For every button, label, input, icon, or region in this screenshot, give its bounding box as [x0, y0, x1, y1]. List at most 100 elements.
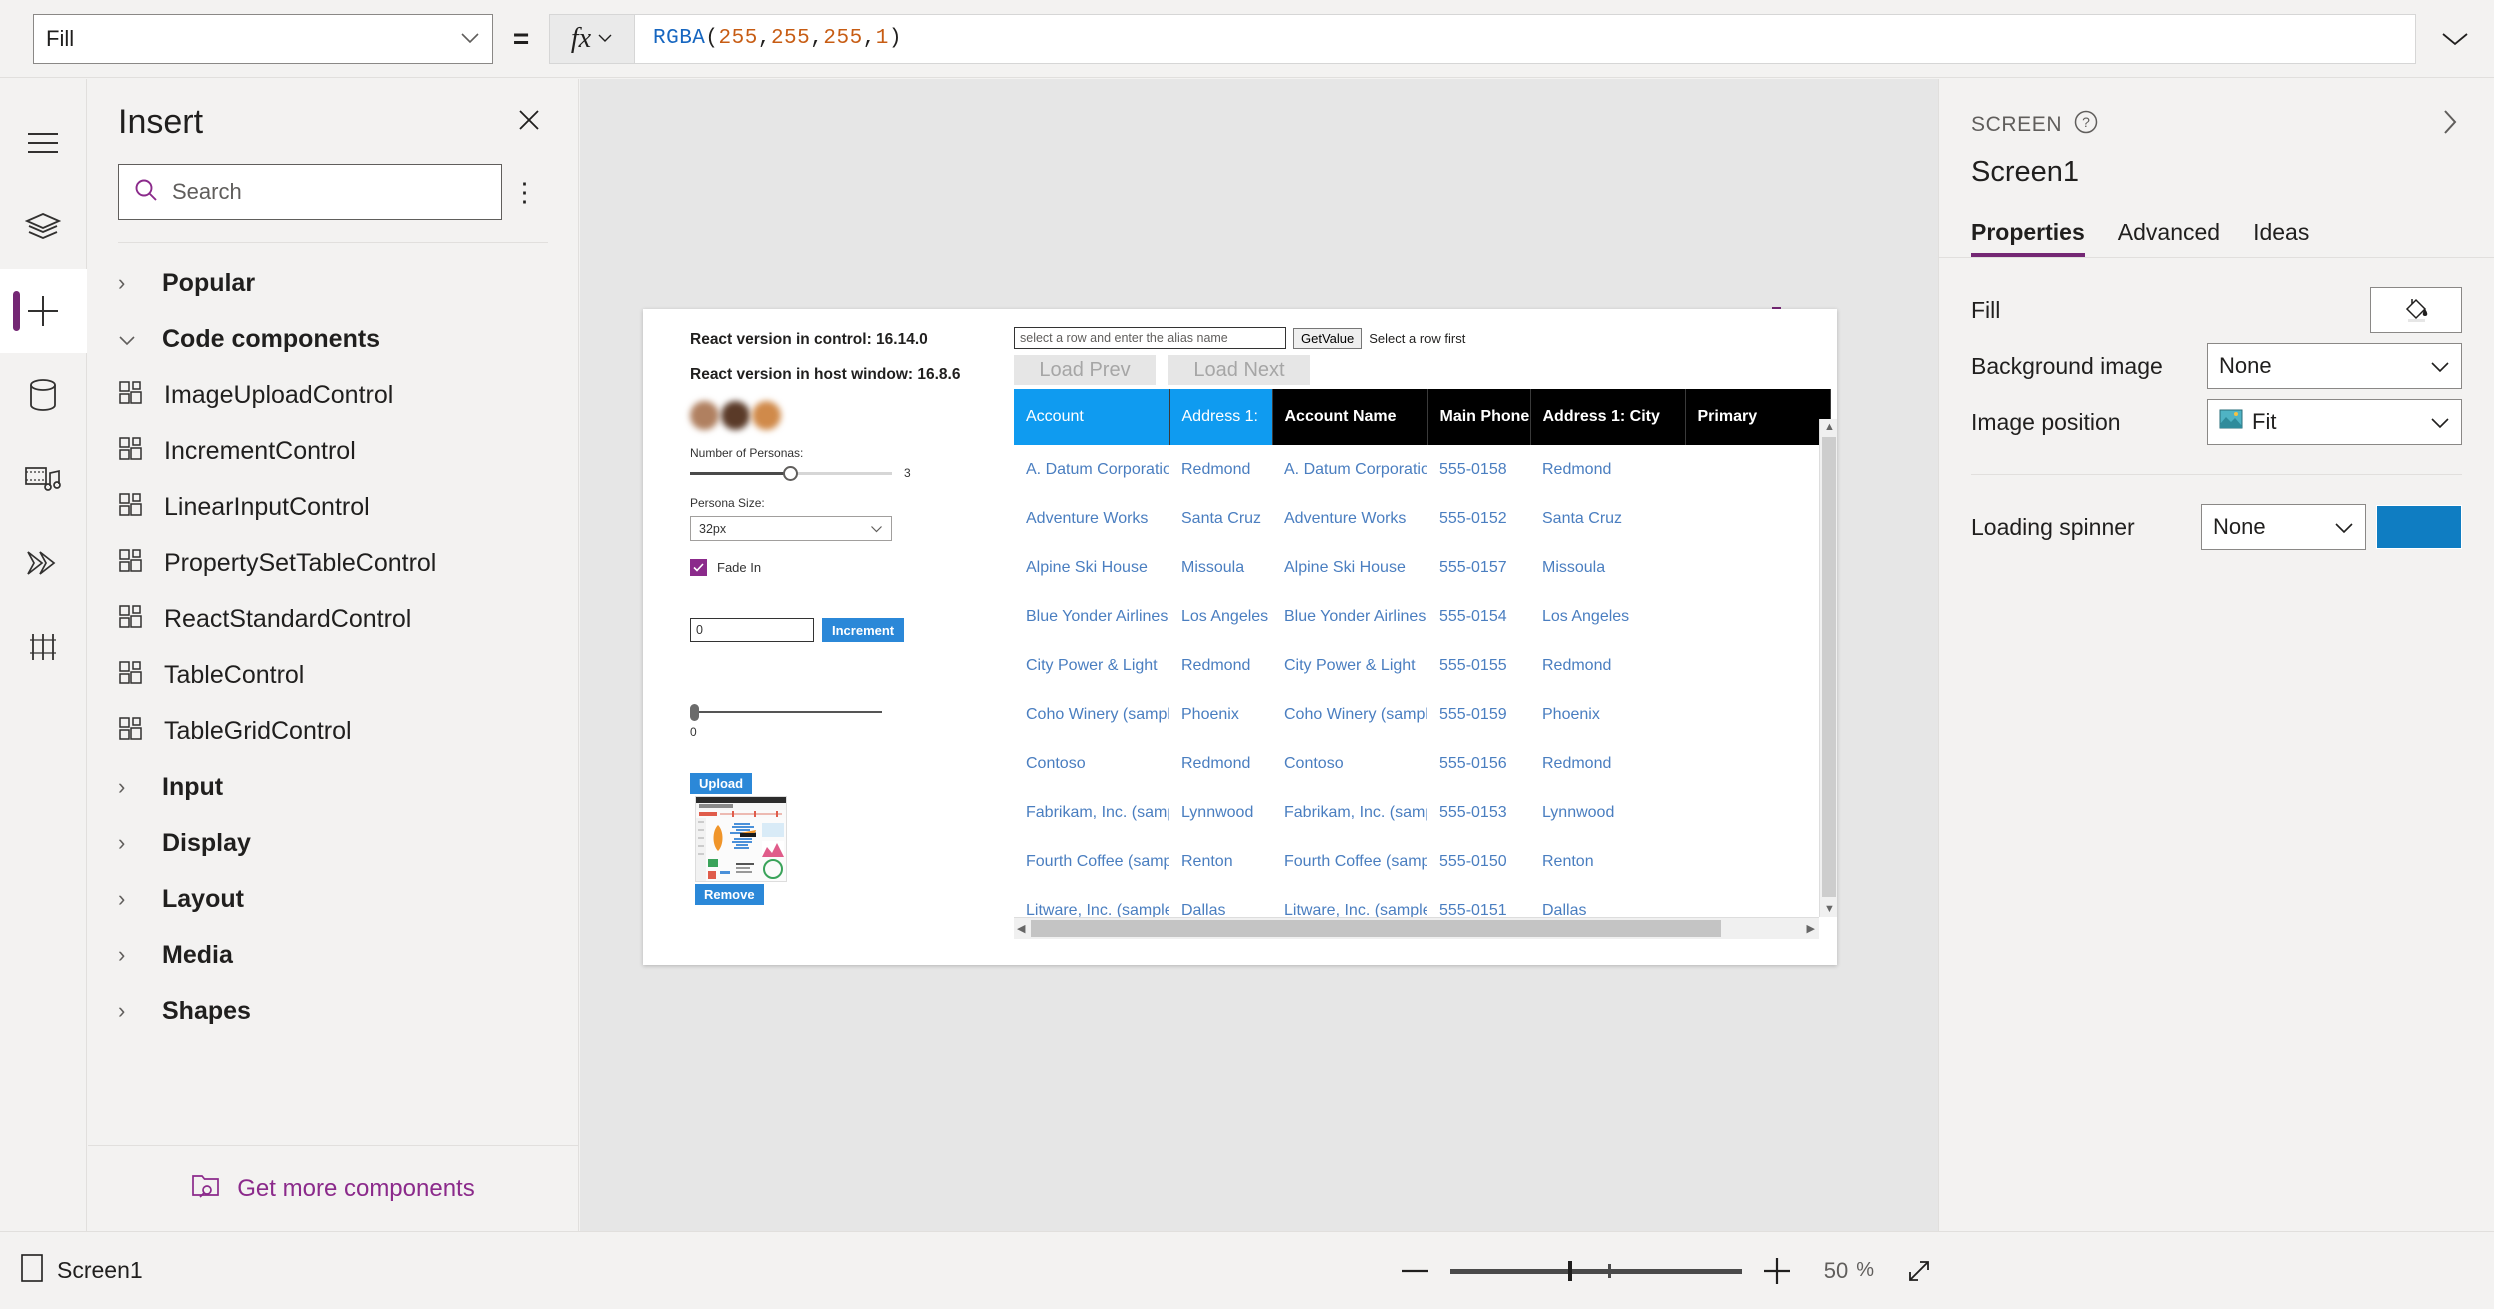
rail-item-insert[interactable]: [0, 269, 87, 353]
slider-thumb[interactable]: [690, 704, 699, 721]
rail-item-data[interactable]: [0, 353, 87, 437]
increment-button[interactable]: Increment: [822, 618, 905, 642]
grid-column-header[interactable]: Account Name: [1272, 389, 1428, 445]
tab-ideas[interactable]: Ideas: [2253, 219, 2309, 257]
zoom-out-button[interactable]: [1388, 1244, 1442, 1298]
rail-item-variables[interactable]: [0, 605, 87, 689]
equals-sign: =: [512, 22, 530, 54]
loading-spinner-dropdown[interactable]: None: [2201, 504, 2366, 550]
category-input[interactable]: › Input: [88, 759, 578, 815]
category-layout[interactable]: › Layout: [88, 871, 578, 927]
table-cell: Redmond: [1181, 460, 1251, 478]
insert-more-options-button[interactable]: ⋮: [502, 177, 548, 208]
scroll-up-icon[interactable]: ▲: [1824, 421, 1835, 433]
upload-button[interactable]: Upload: [690, 773, 753, 794]
search-input[interactable]: Search: [118, 164, 502, 220]
uploaded-image-thumbnail[interactable]: [695, 796, 787, 882]
grid-column-header[interactable]: Address 1:: [1169, 389, 1273, 445]
alias-name-input[interactable]: select a row and enter the alias name: [1014, 327, 1286, 349]
category-shapes[interactable]: › Shapes: [88, 983, 578, 1039]
table-row[interactable]: Adventure Works Santa Cruz Adventure Works…: [1014, 494, 1830, 543]
property-selector-dropdown[interactable]: Fill: [33, 13, 493, 64]
rail-item-hamburger[interactable]: [0, 101, 87, 185]
insert-component-reactstandardcontrol[interactable]: ReactStandardControl: [88, 591, 578, 647]
table-cell: [1685, 739, 1830, 788]
scroll-left-icon[interactable]: ◀: [1017, 922, 1025, 935]
status-screen-selector[interactable]: Screen1: [20, 1253, 580, 1288]
insert-component-incrementcontrol[interactable]: IncrementControl: [88, 423, 578, 479]
load-prev-button[interactable]: Load Prev: [1014, 355, 1156, 385]
insert-component-propertysettablecontrol[interactable]: PropertySetTableControl: [88, 535, 578, 591]
formula-bar-expand-button[interactable]: [2416, 0, 2494, 78]
search-icon: [133, 177, 159, 208]
table-cell: Redmond: [1181, 754, 1251, 772]
table-row[interactable]: Coho Winery (sample) Phoenix Coho Winery (…: [1014, 690, 1830, 739]
remove-button[interactable]: Remove: [695, 884, 764, 905]
zoom-slider[interactable]: [1449, 1260, 1742, 1281]
table-row[interactable]: Contoso Redmond Contoso 555-0156 Redmond: [1014, 739, 1830, 788]
fill-color-button[interactable]: [2370, 287, 2462, 333]
get-value-button[interactable]: GetValue: [1293, 327, 1363, 349]
help-icon[interactable]: ?: [2073, 109, 2099, 140]
component-icon: [118, 492, 144, 523]
app-screen-preview[interactable]: React version in control: 16.14.0 React …: [643, 309, 1837, 965]
grid-column-header[interactable]: Main Phone: [1427, 389, 1531, 445]
scrollbar-thumb[interactable]: [1822, 437, 1836, 897]
table-row[interactable]: A. Datum Corporation Redmond A. Datum Corp…: [1014, 445, 1830, 494]
table-cell: Fabrikam, Inc. (sample): [1284, 803, 1427, 821]
rail-item-tree-view[interactable]: [0, 185, 87, 269]
zoom-in-button[interactable]: [1750, 1244, 1804, 1298]
vertical-scrollbar[interactable]: ▲ ▼: [1819, 419, 1837, 917]
scroll-down-icon[interactable]: ▼: [1824, 903, 1835, 915]
table-cell: Alpine Ski House: [1284, 558, 1406, 576]
formula-input[interactable]: RGBA(255, 255, 255, 1): [634, 13, 2416, 64]
grid-column-header[interactable]: Primary: [1685, 389, 1831, 445]
increment-input[interactable]: 0: [690, 618, 814, 642]
insert-panel: Insert Search ⋮ › Popular Code component…: [88, 79, 579, 1231]
table-row[interactable]: Fourth Coffee (sample) Renton Fourth Coffe…: [1014, 837, 1830, 886]
get-more-components-button[interactable]: Get more components: [88, 1145, 578, 1231]
tab-properties[interactable]: Properties: [1971, 219, 2085, 257]
rail-item-power-automate[interactable]: [0, 521, 87, 605]
table-cell: Coho Winery (sample): [1284, 705, 1427, 723]
table-row[interactable]: Alpine Ski House Missoula Alpine Ski House…: [1014, 543, 1830, 592]
persona-size-dropdown[interactable]: 32px: [690, 516, 892, 541]
category-popular[interactable]: › Popular: [88, 255, 578, 311]
grid-column-header[interactable]: Address 1: City: [1530, 389, 1686, 445]
scroll-right-icon[interactable]: ▶: [1807, 922, 1815, 935]
close-icon[interactable]: [510, 101, 548, 144]
chevron-down-icon: [118, 326, 162, 352]
load-next-button[interactable]: Load Next: [1168, 355, 1310, 385]
fx-button[interactable]: fx: [549, 13, 634, 64]
fade-in-checkbox[interactable]: [690, 559, 707, 576]
insert-component-imageuploadcontrol[interactable]: ImageUploadControl: [88, 367, 578, 423]
table-row[interactable]: Fabrikam, Inc. (sample) Lynnwood Fabrikam,…: [1014, 788, 1830, 837]
background-image-dropdown[interactable]: None: [2207, 343, 2462, 389]
insert-component-tablegridcontrol[interactable]: TableGridControl: [88, 703, 578, 759]
rail-item-media[interactable]: [0, 437, 87, 521]
slider-thumb[interactable]: [783, 466, 798, 481]
table-row[interactable]: Blue Yonder Airlines Los Angeles Blue Yond…: [1014, 592, 1830, 641]
table-row[interactable]: City Power & Light Redmond City Power & Li…: [1014, 641, 1830, 690]
category-display[interactable]: › Display: [88, 815, 578, 871]
fit-to-screen-button[interactable]: [1904, 1256, 1934, 1286]
insert-component-linearinputcontrol[interactable]: LinearInputControl: [88, 479, 578, 535]
category-code-components[interactable]: Code components: [88, 311, 578, 367]
linear-input-slider[interactable]: [690, 704, 882, 721]
grid-column-header[interactable]: Account: [1014, 389, 1170, 445]
persona-count-slider[interactable]: [690, 466, 892, 481]
chevron-right-icon: ›: [118, 942, 126, 967]
search-placeholder: Search: [172, 179, 242, 204]
slider-thumb[interactable]: [1567, 1260, 1572, 1281]
tab-advanced[interactable]: Advanced: [2118, 219, 2220, 257]
scrollbar-thumb[interactable]: [1031, 920, 1721, 937]
insert-component-tablecontrol[interactable]: TableControl: [88, 647, 578, 703]
loading-spinner-color-swatch[interactable]: [2376, 505, 2462, 549]
canvas-area[interactable]: React version in control: 16.14.0 React …: [580, 79, 1938, 1231]
category-media[interactable]: › Media: [88, 927, 578, 983]
horizontal-scrollbar[interactable]: ◀ ▶: [1014, 917, 1819, 939]
image-position-dropdown[interactable]: Fit: [2207, 399, 2462, 445]
collapse-panel-button[interactable]: [2438, 107, 2462, 142]
fade-in-label: Fade In: [717, 560, 762, 575]
component-icon: [118, 660, 144, 691]
